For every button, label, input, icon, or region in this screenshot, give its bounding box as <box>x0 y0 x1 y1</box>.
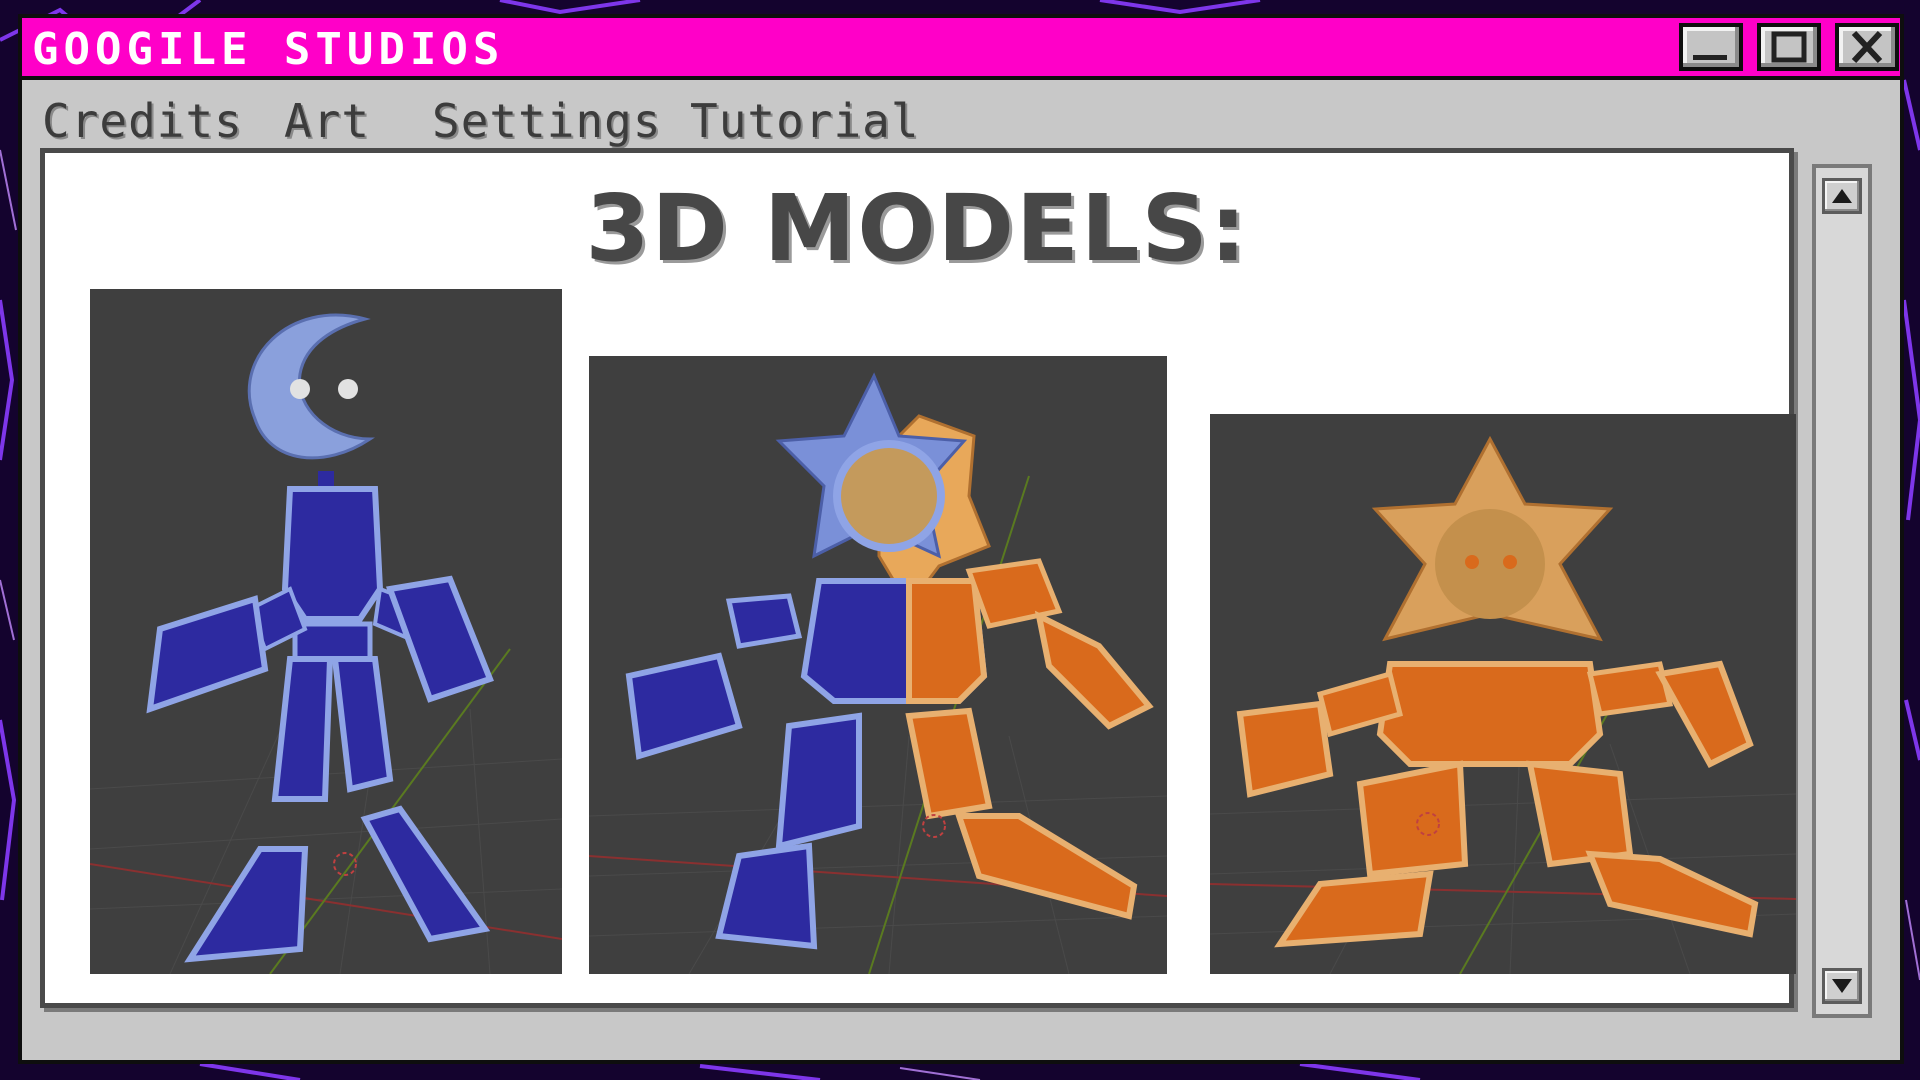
menu-item-settings[interactable]: Settings <box>432 94 662 148</box>
minimize-button[interactable] <box>1679 23 1743 71</box>
close-button[interactable] <box>1835 23 1899 71</box>
page-title: 3D MODELS: <box>585 175 1249 282</box>
window-title: GOOGILE STUDIOS <box>32 24 505 75</box>
app-window: GOOGILE STUDIOS Credits Art Settings Tut… <box>18 14 1904 1064</box>
scroll-up-button[interactable] <box>1822 178 1862 214</box>
close-icon <box>1851 30 1883 64</box>
arrow-down-icon <box>1832 979 1852 993</box>
minimize-icon <box>1693 55 1727 60</box>
model-image-sun <box>1210 414 1796 974</box>
menu-item-tutorial[interactable]: Tutorial <box>690 94 920 148</box>
model-image-moon <box>90 289 562 974</box>
maximize-button[interactable] <box>1757 23 1821 71</box>
menu-item-art[interactable]: Art <box>284 94 370 148</box>
arrow-up-icon <box>1832 189 1852 203</box>
vertical-scrollbar[interactable] <box>1812 164 1872 1018</box>
maximize-icon <box>1771 31 1807 63</box>
content-panel: 3D MODELS: <box>40 148 1796 1008</box>
scroll-down-button[interactable] <box>1822 968 1862 1004</box>
menu-item-credits[interactable]: Credits <box>42 94 243 148</box>
model-image-hybrid <box>589 356 1167 974</box>
title-bar[interactable]: GOOGILE STUDIOS <box>22 18 1900 80</box>
